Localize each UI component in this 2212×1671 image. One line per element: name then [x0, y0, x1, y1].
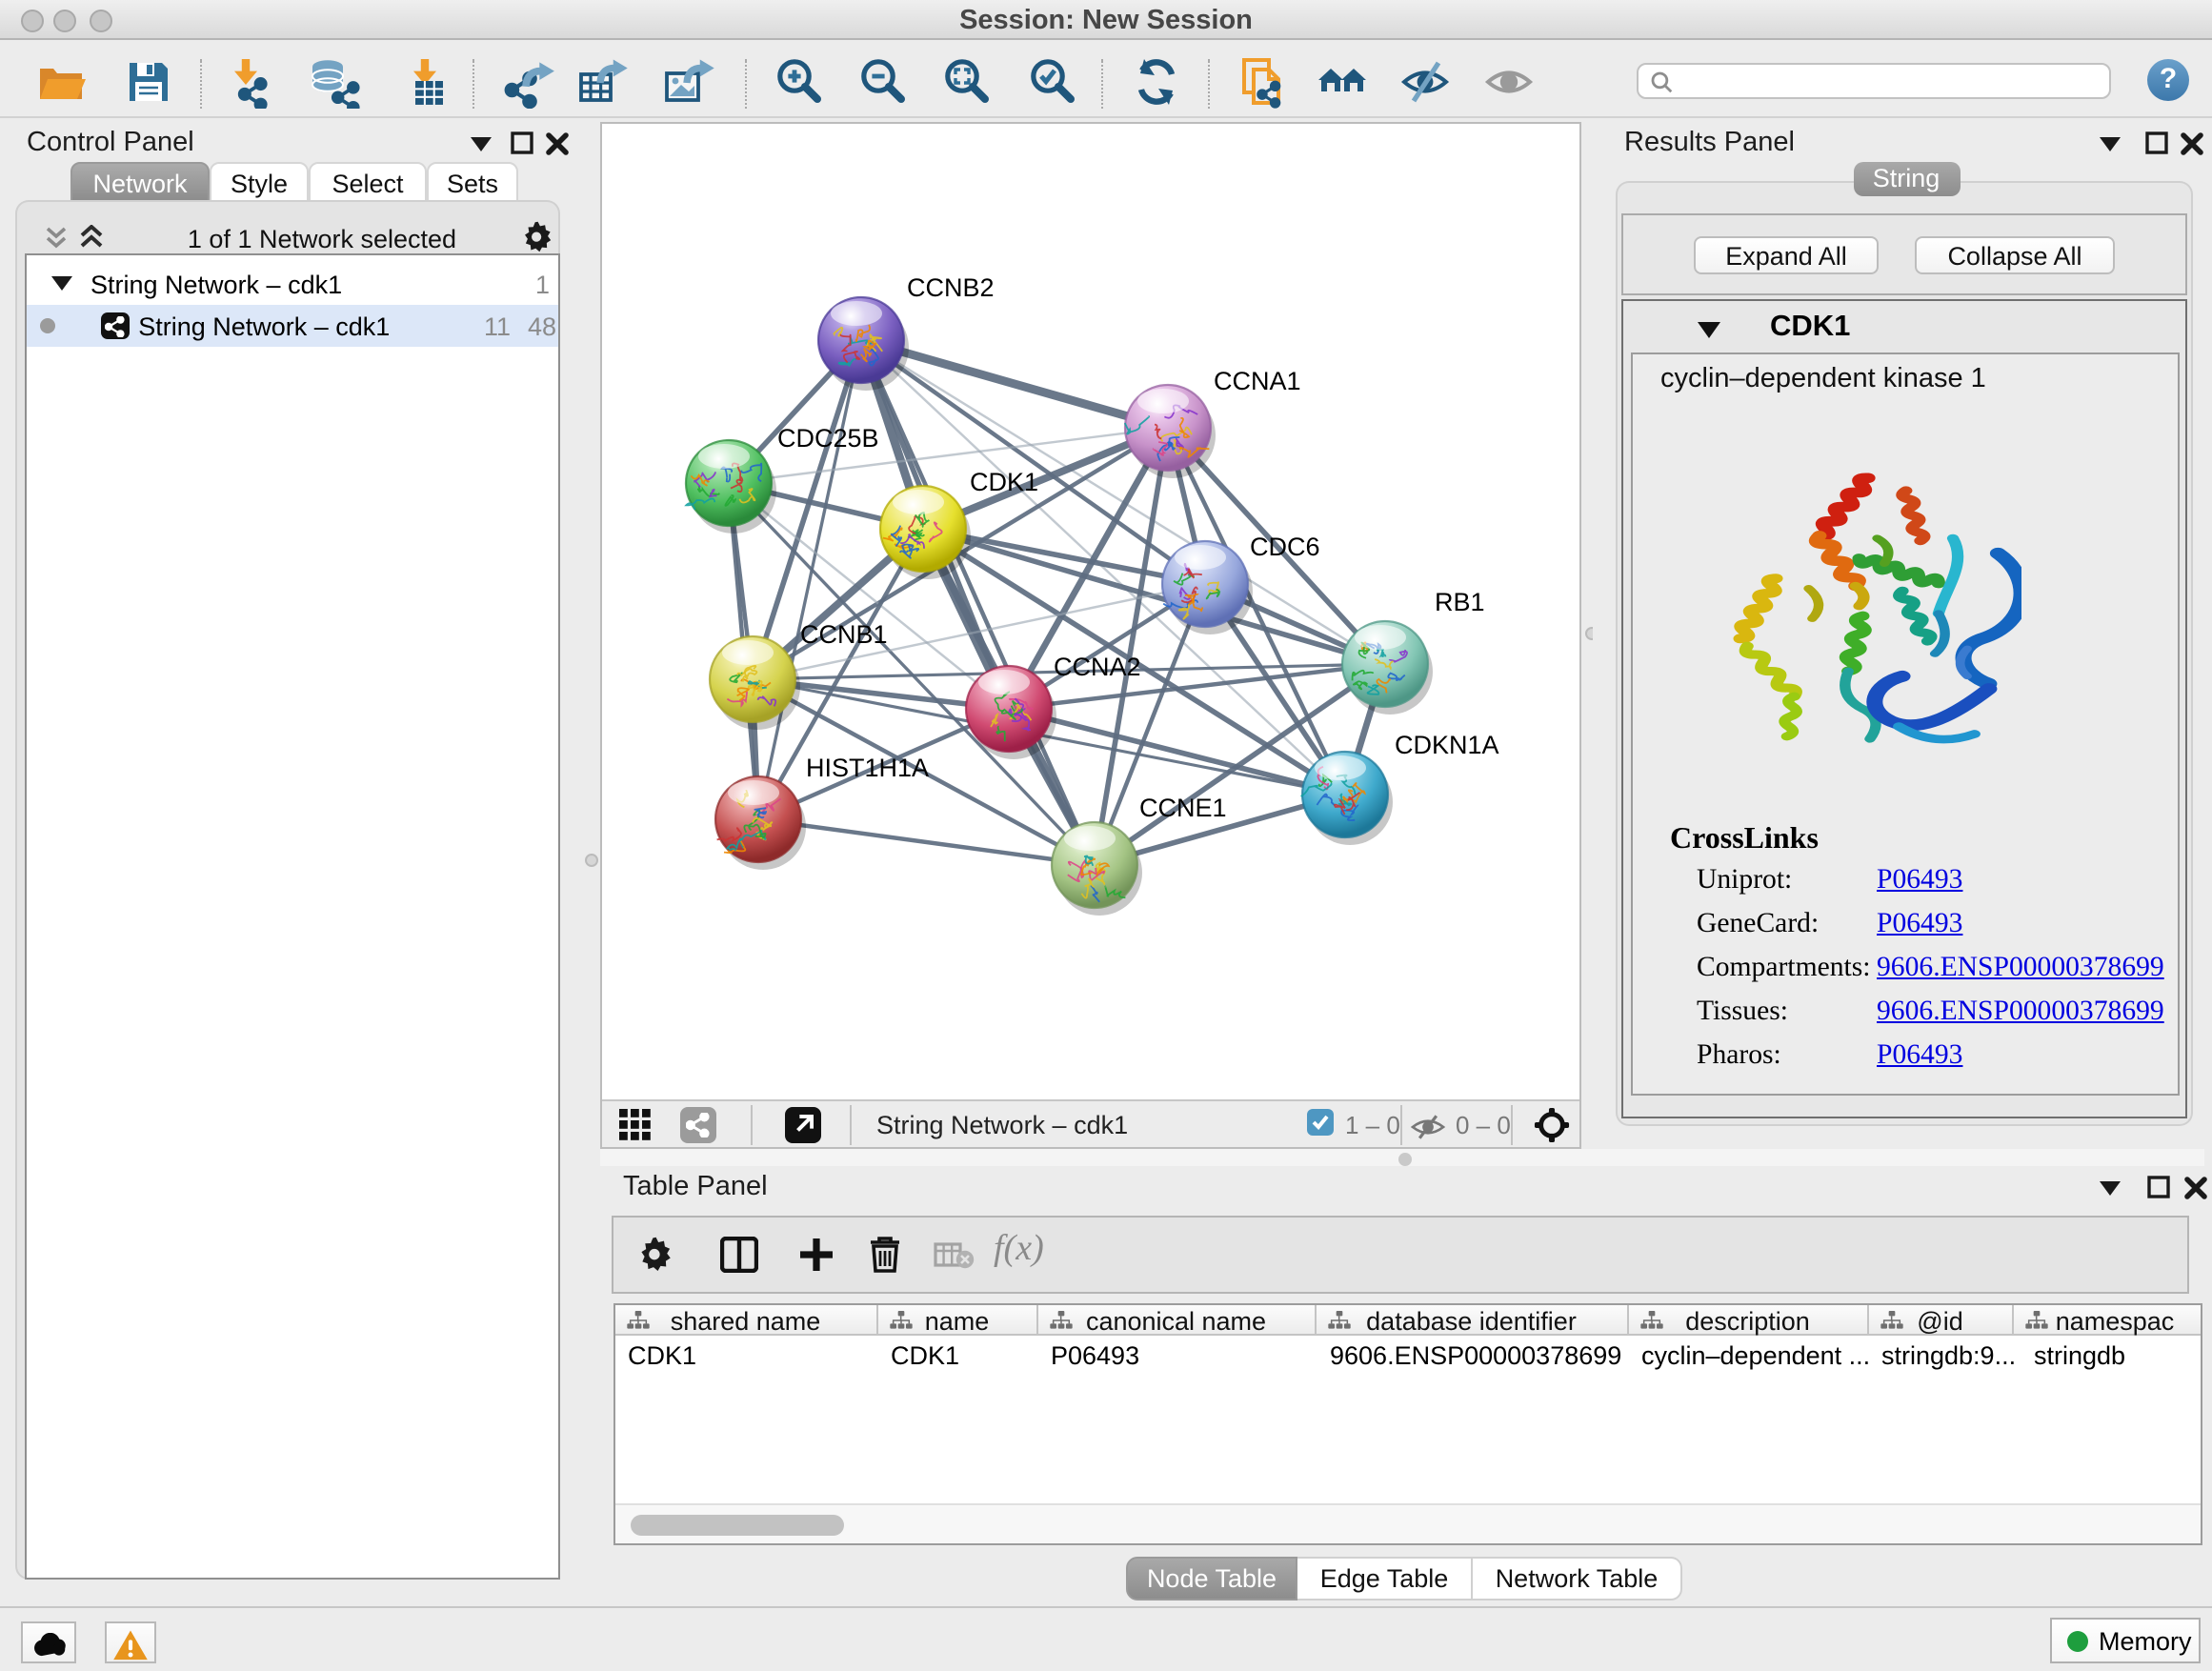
svg-text:RB1: RB1 [1435, 587, 1485, 615]
svg-text:CCNB2: CCNB2 [907, 272, 995, 301]
svg-text:HIST1H1A: HIST1H1A [806, 753, 929, 781]
svg-text:CCNA1: CCNA1 [1214, 366, 1301, 394]
svg-text:CCNA2: CCNA2 [1054, 652, 1141, 680]
svg-text:CDK1: CDK1 [970, 467, 1038, 495]
svg-text:CCNE1: CCNE1 [1139, 793, 1227, 821]
svg-text:CDC25B: CDC25B [777, 423, 879, 452]
svg-text:CDC6: CDC6 [1250, 532, 1320, 560]
svg-text:CCNB1: CCNB1 [800, 619, 888, 648]
svg-text:CDKN1A: CDKN1A [1395, 730, 1499, 758]
